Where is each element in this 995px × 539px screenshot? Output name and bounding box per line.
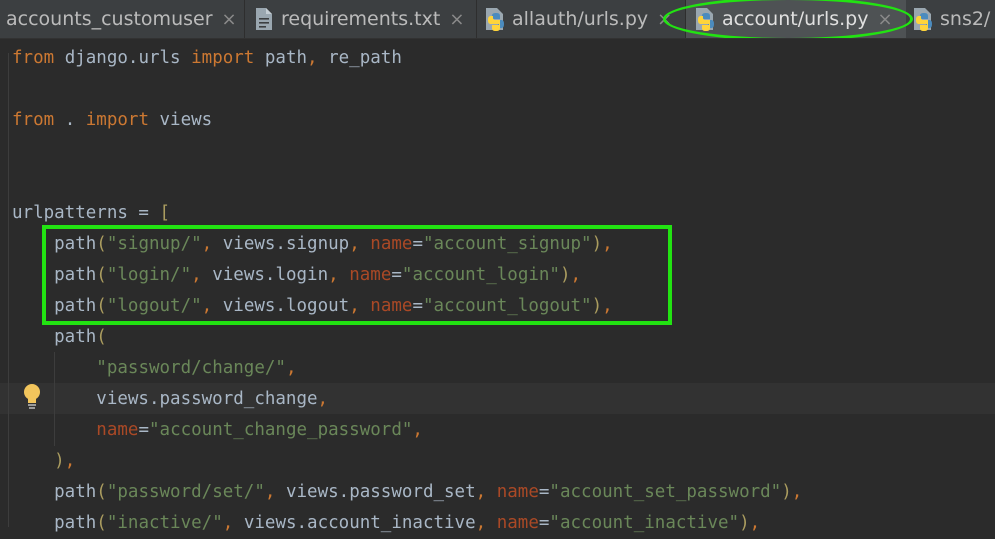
code-token: [ (159, 203, 171, 223)
code-line: path("password/set/", views.password_set… (12, 477, 802, 508)
code-token: ( (96, 482, 107, 502)
code-token: , (317, 389, 329, 409)
code-token: ) (54, 451, 65, 471)
code-line: name="account_change_password", (12, 415, 423, 446)
code-token: "password/set/" (106, 482, 265, 502)
python-file-icon (912, 7, 934, 31)
code-token: "account_set_password" (549, 482, 782, 502)
code-line: from . import views (12, 105, 212, 136)
python-file-icon (484, 7, 506, 31)
code-token: path (254, 48, 308, 68)
code-token: = (538, 482, 550, 502)
code-token: , (475, 513, 487, 533)
code-token: ) (739, 513, 750, 533)
code-token: path (12, 482, 97, 502)
tab-requirements-txt[interactable]: requirements.txt × (253, 0, 464, 38)
code-token: path (12, 327, 97, 347)
code-token: django.urls (54, 48, 192, 68)
active-tab-annotation-ellipse (663, 0, 913, 38)
code-token: path (12, 513, 97, 533)
code-line: ), (12, 446, 75, 477)
code-token: from (12, 110, 55, 130)
code-line: from django.urls import path, re_path (12, 43, 402, 74)
code-token: , (412, 420, 423, 440)
close-icon[interactable]: × (222, 9, 237, 30)
fold-guide (8, 53, 9, 527)
tab-label: sns2/ (940, 8, 991, 30)
code-token: , (307, 48, 318, 68)
code-token: ( (96, 513, 107, 533)
code-token: name (496, 513, 539, 533)
text-file-icon (253, 7, 275, 31)
code-token: = (538, 513, 550, 533)
tab-accounts-customuser[interactable]: accounts_customuser × (6, 0, 237, 38)
code-editor[interactable]: from django.urls import path, re_path fro… (0, 39, 995, 533)
code-token: "account_inactive" (549, 513, 740, 533)
code-token: = (138, 420, 149, 440)
code-token: ) (781, 482, 792, 502)
code-token: re_path (317, 48, 402, 68)
code-token: from (12, 48, 55, 68)
code-token: "account_change_password" (149, 420, 413, 440)
code-token: views (148, 110, 213, 130)
editor-tab-bar: accounts_customuser × requirements.txt ×… (0, 0, 995, 39)
code-token: , (791, 482, 803, 502)
code-token: name (496, 482, 539, 502)
code-token: , (222, 513, 234, 533)
code-line: path( (12, 322, 107, 353)
code-line: path("inactive/", views.account_inactive… (12, 508, 760, 539)
code-token: "inactive/" (106, 513, 223, 533)
code-token: views.account_inactive (233, 513, 476, 533)
code-annotation-rectangle (42, 225, 672, 325)
tab-allauth-urls-py[interactable]: allauth/urls.py × (484, 0, 672, 38)
code-token: , (285, 358, 297, 378)
code-token: views.password_change (12, 389, 318, 409)
code-token: import (191, 48, 255, 68)
code-token: , (264, 482, 276, 502)
code-token: , (749, 513, 761, 533)
code-token: , (64, 451, 76, 471)
code-line: views.password_change, (12, 384, 328, 415)
code-line: "password/change/", (12, 353, 297, 384)
code-token: import (85, 110, 149, 130)
code-token: "password/change/" (96, 358, 286, 378)
tab-label: requirements.txt (281, 8, 441, 30)
lightbulb-icon[interactable] (22, 383, 42, 411)
code-token: ( (96, 327, 107, 347)
tab-sns2[interactable]: sns2/ (912, 0, 990, 38)
tab-label: accounts_customuser (6, 8, 213, 30)
code-token: , (475, 482, 487, 502)
code-token: views.password_set (275, 482, 476, 502)
code-token: name (96, 420, 139, 440)
tab-label: allauth/urls.py (512, 8, 649, 30)
close-icon[interactable]: × (449, 9, 464, 30)
code-token: . (54, 110, 86, 130)
code-token: urlpatterns = (12, 203, 160, 223)
